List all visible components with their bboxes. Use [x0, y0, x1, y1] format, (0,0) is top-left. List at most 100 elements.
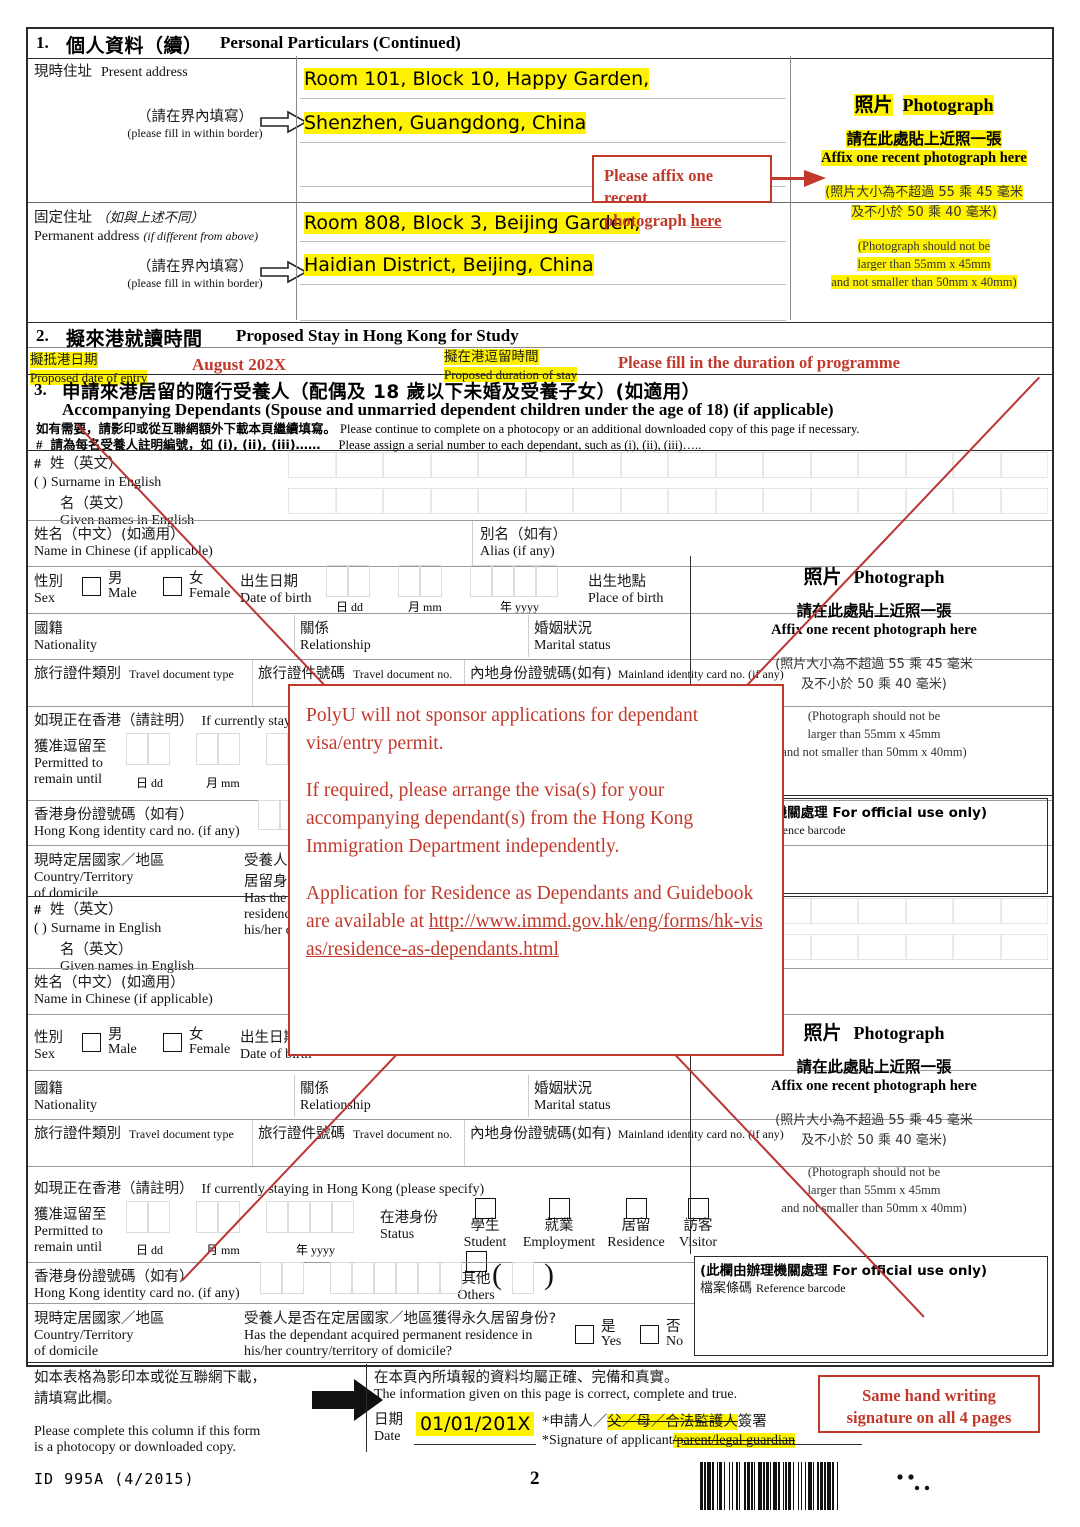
dep1-col-divider — [294, 615, 295, 657]
polyu-notice-p2: If required, please arrange the visa(s) … — [306, 780, 694, 857]
checkbox-male[interactable] — [82, 1033, 101, 1053]
dep1-alias-label: 別名（如有） Alias (if any) — [480, 523, 567, 560]
dep1-marital-en: Marital status — [534, 638, 611, 653]
dep2-photo-affix-en: Affix one recent photograph here — [771, 1078, 977, 1094]
dep2-sex-cn: 性別 — [34, 1030, 63, 1046]
date-of-entry-label-cn: 擬抵港日期 — [30, 352, 98, 368]
dep1-alias-en: Alias (if any) — [480, 544, 555, 559]
dep2-domicile-label: 現時定居國家／地區 Country/Territory of domicile — [34, 1307, 165, 1360]
dep2-surname-label-cn: 姓（英文） — [50, 902, 123, 918]
dep2-currently-cn: 如現正在香港（請註明） — [34, 1181, 194, 1197]
dep1-surname-input[interactable] — [288, 452, 1048, 478]
dep1-given-input[interactable] — [288, 488, 1048, 514]
photo-size-en-line1: (Photograph should not be — [857, 239, 991, 253]
dep1-surname-label-cn: 姓（英文） — [50, 456, 123, 472]
dep2-male-cn: 男 — [108, 1027, 123, 1043]
dep2-hkid-checkdigit-input[interactable] — [512, 1262, 534, 1294]
dep2-nationality-cn: 國籍 — [34, 1081, 63, 1097]
dep2-pr-no-option[interactable]: 否 No — [640, 1319, 684, 1350]
photocopy-note-en1: Please complete this column if this form — [34, 1424, 261, 1439]
dep1-col-divider — [528, 615, 529, 657]
dep2-surname-label-en: Surname in English — [50, 921, 162, 936]
dep2-permitted-dd-input[interactable] — [126, 1201, 170, 1233]
dep2-col-divider — [252, 1120, 253, 1166]
checkbox-female[interactable] — [163, 1033, 182, 1053]
dep2-sex-en: Sex — [34, 1047, 55, 1062]
form-page: 1. 個人資料（續） Personal Particulars (Continu… — [0, 0, 1080, 1527]
dep2-photo-affix-cn: 請在此處貼上近照一張 — [796, 1058, 952, 1076]
dep1-hkid-label: 香港身份證號碼（如有） Hong Kong identity card no. … — [34, 803, 240, 840]
duration-of-stay-value: Please fill in the duration of programme — [618, 353, 900, 372]
dep2-no-en: No — [666, 1334, 684, 1350]
dep1-sex-male-option[interactable]: 男 Male — [82, 571, 137, 602]
dep1-hash: # — [34, 457, 41, 472]
same-handwriting-line2: signature on all 4 pages — [846, 1408, 1012, 1428]
dep2-status-en: Status — [380, 1227, 415, 1242]
section1-vertical-rule — [296, 56, 297, 320]
address-line-rule — [300, 142, 786, 143]
dep2-hkid-prefix-input[interactable] — [260, 1262, 304, 1294]
declaration-block: 在本頁內所填報的資料均屬正確、完備和真實。 The information gi… — [374, 1366, 844, 1403]
dep2-photo-size-en3: and not smaller than 50mm x 40mm) — [781, 1201, 967, 1215]
checkbox-male[interactable] — [82, 577, 101, 597]
permanent-address-label-cn: 固定住址 — [34, 210, 92, 226]
dep1-dob-mm-input[interactable] — [398, 565, 442, 597]
dep2-female-en: Female — [189, 1042, 231, 1058]
dep2-currently-staying-label: 如現正在香港（請註明） If currently staying in Hong… — [34, 1177, 484, 1198]
date-label-cn: 日期 — [374, 1412, 403, 1428]
date-of-entry-value: August 202X — [192, 355, 286, 374]
dep2-pr-question-en1: Has the dependant acquired permanent res… — [244, 1328, 533, 1343]
section2-title-en: Proposed Stay in Hong Kong for Study — [236, 326, 519, 345]
photocopy-note-en2: is a photocopy or downloaded copy. — [34, 1440, 237, 1455]
checkbox-employment[interactable] — [548, 1198, 570, 1219]
dep2-relationship-cn: 關係 — [300, 1081, 329, 1097]
dep1-photo-size-cn1: (照片大小為不超過 55 乘 45 毫米 — [775, 657, 973, 672]
section3-title-en: Accompanying Dependants (Spouse and unma… — [62, 400, 834, 419]
dep2-currently-en: If currently staying in Hong Kong (pleas… — [201, 1182, 485, 1197]
dep2-marital-en: Marital status — [534, 1098, 611, 1113]
dep1-permitted-dd-label: 日 dd — [136, 776, 164, 790]
address-line-rule — [300, 98, 786, 99]
present-address-value-line2: Shenzhen, Guangdong, China — [304, 112, 587, 134]
photo-box-applicant: 照片 Photograph 請在此處貼上近照一張 Affix one recen… — [800, 90, 1048, 291]
checkbox-female[interactable] — [163, 577, 182, 597]
dep1-dob-dd-input[interactable] — [326, 565, 370, 597]
dep1-mainland-id-cn: 內地身份證號碼(如有) — [470, 666, 612, 682]
dep1-domicile-label: 現時定居國家／地區 Country/Territory of domicile — [34, 849, 165, 902]
dep2-sex-male-option[interactable]: 男 Male — [82, 1027, 137, 1058]
dep1-dob-yyyy-input[interactable] — [470, 565, 558, 597]
dep2-nationality-en: Nationality — [34, 1098, 97, 1113]
present-address-label-en: Present address — [101, 65, 188, 80]
checkbox-residence[interactable] — [625, 1198, 647, 1219]
dep2-female-cn: 女 — [189, 1027, 204, 1043]
dep1-rule — [28, 520, 1052, 521]
dep2-hkid-digits-input[interactable] — [330, 1262, 462, 1294]
dep2-travel-no-cn: 旅行證件號碼 — [258, 1126, 345, 1142]
dep2-status-option-residence[interactable]: 居留 Residence — [600, 1198, 672, 1250]
dep1-nationality-cn: 國籍 — [34, 621, 63, 637]
dep2-permitted-yyyy-input[interactable] — [266, 1201, 354, 1233]
dep1-permitted-dd-input[interactable] — [126, 733, 170, 765]
dep1-currently-cn: 如現正在香港（請註明） — [34, 713, 194, 729]
dep2-status-option-student[interactable]: 學生 Student — [452, 1198, 518, 1250]
checkbox-yes[interactable] — [575, 1325, 594, 1345]
dep2-travel-type-cn: 旅行證件類別 — [34, 1126, 121, 1142]
dep2-pr-yes-option[interactable]: 是 Yes — [575, 1319, 621, 1350]
dep2-permitted-mm-input[interactable] — [196, 1201, 240, 1233]
dep2-sex-female-option[interactable]: 女 Female — [163, 1027, 231, 1058]
photo-affix-cn: 請在此處貼上近照一張 — [846, 130, 1002, 148]
address-line-rule — [300, 320, 786, 321]
dep2-mainland-id-cn: 內地身份證號碼(如有) — [470, 1126, 612, 1142]
dep2-hkid-cn: 香港身份證號碼（如有） — [34, 1269, 194, 1285]
footer-top-rule — [28, 1362, 1052, 1363]
dep2-photo-title-en: Photograph — [853, 1023, 945, 1043]
checkbox-student[interactable] — [474, 1198, 496, 1219]
polyu-notice-p3: Application for Residence as Dependants … — [306, 880, 768, 963]
address-line-rule — [300, 241, 786, 242]
checkbox-no[interactable] — [640, 1325, 659, 1345]
dep2-male-en: Male — [108, 1042, 137, 1058]
dep2-yes-cn: 是 — [601, 1319, 616, 1335]
dep2-official-use-title: (此欄由辦理機關處理 For official use only) — [700, 1263, 988, 1279]
dep1-permitted-mm-input[interactable] — [196, 733, 240, 765]
dep2-status-option-employment[interactable]: 就業 Employment — [518, 1198, 600, 1250]
